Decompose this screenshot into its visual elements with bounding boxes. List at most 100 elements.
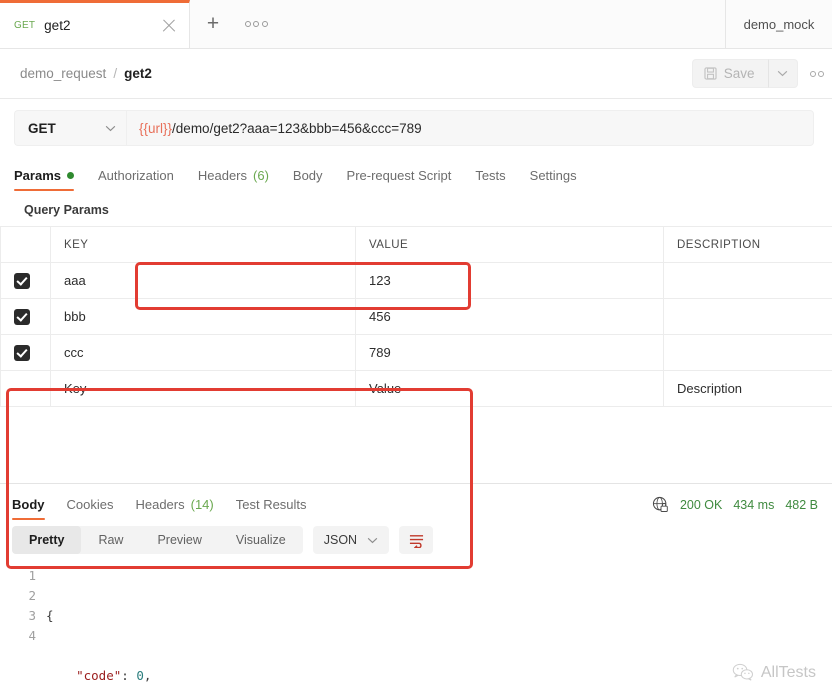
table-placeholder-row: Key Value Description: [0, 370, 832, 407]
tab-response-cookies[interactable]: Cookies: [67, 497, 114, 520]
tab-headers[interactable]: Headers (6): [198, 168, 269, 191]
row-description[interactable]: [663, 262, 832, 299]
tab-body-label: Body: [292, 168, 323, 183]
tab-tests[interactable]: Tests: [475, 168, 505, 191]
tab-test-results[interactable]: Test Results: [236, 497, 307, 520]
placeholder-checkbox-cell[interactable]: [0, 370, 51, 407]
placeholder-description-input[interactable]: Description: [663, 370, 832, 407]
response-status-bar: 200 OK 434 ms 482 B: [652, 496, 818, 513]
view-mode-raw[interactable]: Raw: [81, 526, 140, 554]
checkbox-checked-icon[interactable]: [14, 308, 30, 325]
watermark: AllTests: [732, 663, 816, 682]
json-value-code: 0: [136, 668, 144, 683]
view-mode-visualize[interactable]: Visualize: [219, 526, 303, 554]
view-mode-preview[interactable]: Preview: [140, 526, 218, 554]
ellipsis-icon[interactable]: [236, 0, 276, 48]
tab-response-headers-count: (14): [190, 497, 214, 512]
json-colon: :: [121, 668, 137, 683]
json-comma: ,: [143, 668, 152, 683]
tab-settings[interactable]: Settings: [530, 168, 577, 191]
breadcrumb-request: get2: [124, 66, 152, 81]
breadcrumb-separator: /: [113, 66, 118, 81]
table-row: bbb 456: [0, 298, 832, 335]
tab-params-label: Params: [14, 168, 61, 183]
url-bar: GET {{url}}/demo/get2?aaa=123&bbb=456&cc…: [0, 99, 832, 157]
row-key[interactable]: bbb: [50, 298, 356, 335]
save-button-label: Save: [723, 66, 755, 81]
checkbox-checked-icon[interactable]: [14, 344, 30, 361]
response-view-mode-group: Pretty Raw Preview Visualize: [12, 526, 303, 554]
http-method-value: GET: [28, 120, 56, 136]
tab-params[interactable]: Params: [14, 168, 74, 191]
response-format-selector[interactable]: JSON: [312, 526, 390, 554]
placeholder-key-input[interactable]: Key: [50, 370, 356, 407]
chevron-down-icon: [777, 70, 788, 77]
status-size: 482 B: [785, 497, 818, 512]
line-number: 2: [28, 588, 36, 603]
status-code: 200 OK: [679, 497, 723, 512]
tab-response-body[interactable]: Body: [12, 497, 45, 520]
word-wrap-icon: [409, 534, 423, 548]
request-pane: Params Authorization Headers (6) Body Pr…: [0, 157, 832, 569]
close-icon[interactable]: [159, 16, 179, 36]
response-body-editor[interactable]: 1 2 3 4 { "code": 0, "msg": "操作成功" }: [0, 560, 832, 696]
row-value[interactable]: 456: [355, 298, 664, 335]
query-params-title: Query Params: [24, 203, 109, 217]
tab-pre-request-script[interactable]: Pre-request Script: [347, 168, 452, 191]
tab-authorization-label: Authorization: [97, 168, 174, 183]
url-input[interactable]: {{url}}/demo/get2?aaa=123&bbb=456&ccc=78…: [126, 110, 814, 146]
tab-body[interactable]: Body: [293, 168, 323, 191]
tab-response-body-label: Body: [12, 497, 45, 512]
checkbox-checked-icon[interactable]: [14, 272, 30, 289]
row-description[interactable]: [663, 334, 832, 371]
url-path-text: /demo/get2?aaa=123&bbb=456&ccc=789: [172, 120, 422, 136]
header-check-cell: [0, 226, 51, 263]
wechat-icon: [732, 663, 753, 681]
line-number-gutter: 1 2 3 4: [0, 566, 46, 696]
row-checkbox-cell[interactable]: [0, 262, 51, 299]
request-tab-get2[interactable]: GET get2: [0, 0, 190, 48]
query-params-table-wrap: KEY VALUE DESCRIPTION aaa 123 bbb 456 cc…: [0, 226, 832, 407]
line-number: 1: [28, 568, 36, 583]
response-format-value: JSON: [323, 533, 358, 547]
tab-test-results-label: Test Results: [235, 497, 307, 512]
word-wrap-toggle[interactable]: [399, 526, 434, 554]
code-line-2: "code": 0,: [46, 666, 832, 686]
row-description[interactable]: [663, 298, 832, 335]
url-variable-token: {{url}}: [139, 120, 173, 136]
line-number: 3: [28, 608, 36, 623]
postman-app-window: GET get2 + demo_mock demo_request / get2…: [0, 0, 832, 696]
placeholder-value-input[interactable]: Value: [355, 370, 664, 407]
code-line-1: {: [46, 606, 832, 626]
line-number: 4: [28, 628, 36, 643]
request-more-options-button[interactable]: [809, 70, 824, 77]
row-key[interactable]: ccc: [50, 334, 356, 371]
environment-selector[interactable]: demo_mock: [725, 0, 832, 48]
response-body-code[interactable]: { "code": 0, "msg": "操作成功" }: [46, 566, 832, 696]
row-value[interactable]: 123: [355, 262, 664, 299]
tab-authorization[interactable]: Authorization: [98, 168, 174, 191]
header-description: DESCRIPTION: [663, 226, 832, 263]
chevron-down-icon: [367, 537, 378, 543]
http-method-selector[interactable]: GET: [14, 110, 126, 146]
save-options-button[interactable]: [767, 59, 798, 88]
row-value[interactable]: 789: [355, 334, 664, 371]
params-modified-dot-icon: [66, 172, 74, 179]
plus-icon[interactable]: +: [190, 0, 236, 48]
breadcrumb-collection[interactable]: demo_request: [20, 66, 106, 81]
tab-response-headers[interactable]: Headers (14): [135, 497, 213, 520]
tab-headers-label: Headers: [197, 168, 248, 183]
row-checkbox-cell[interactable]: [0, 298, 51, 335]
row-checkbox-cell[interactable]: [0, 334, 51, 371]
tab-tests-label: Tests: [475, 168, 506, 183]
response-pane: Body Cookies Headers (14) Test Results 2…: [0, 483, 832, 696]
response-tabs: Body Cookies Headers (14) Test Results 2…: [0, 484, 832, 520]
chevron-down-icon: [105, 125, 116, 131]
table-row: aaa 123: [0, 262, 832, 299]
request-tab-method: GET: [14, 20, 36, 31]
row-key[interactable]: aaa: [50, 262, 356, 299]
request-section-tabs: Params Authorization Headers (6) Body Pr…: [0, 157, 832, 191]
view-mode-pretty[interactable]: Pretty: [12, 526, 82, 554]
breadcrumb-bar: demo_request / get2 Save: [0, 49, 832, 99]
save-button[interactable]: Save: [691, 59, 768, 88]
